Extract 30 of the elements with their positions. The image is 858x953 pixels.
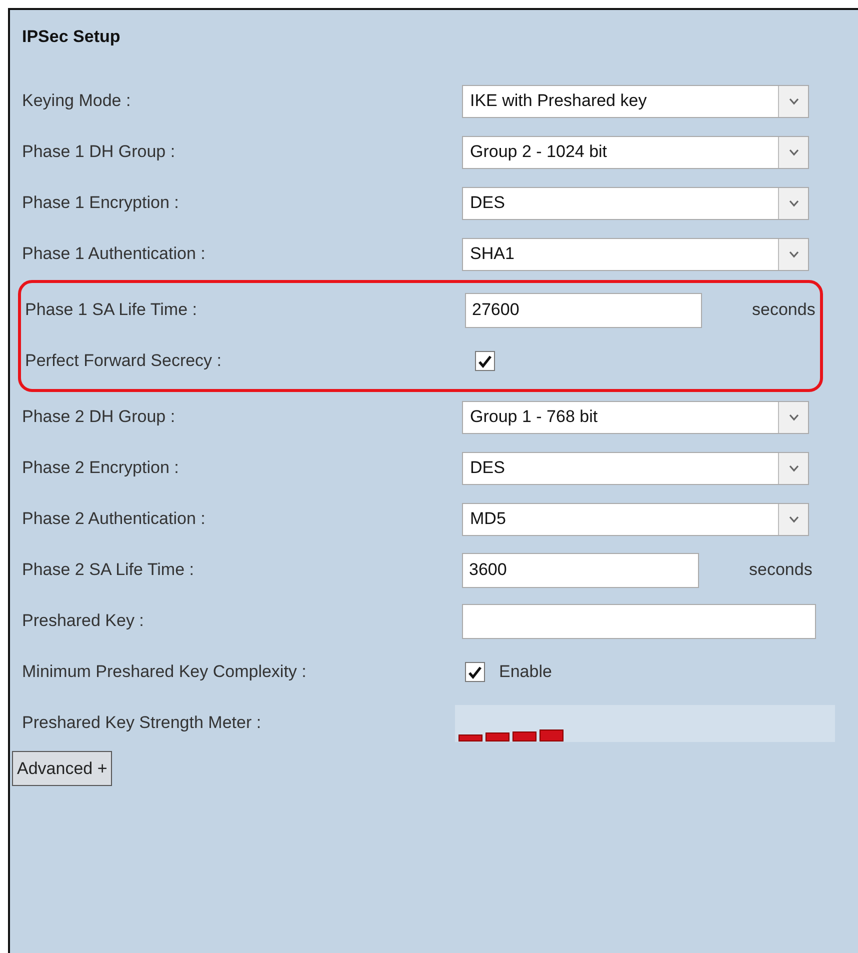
- dropdown[interactable]: MD5: [462, 502, 809, 536]
- field-label: Phase 1 SA Life Time :: [25, 299, 198, 322]
- text-field[interactable]: [462, 604, 816, 638]
- checkbox[interactable]: [475, 351, 495, 371]
- field-label: Preshared Key :: [22, 610, 145, 632]
- field-label: Phase 1 Authentication :: [22, 243, 206, 266]
- dropdown[interactable]: IKE with Preshared key: [462, 84, 809, 118]
- field-label: Perfect Forward Secrecy :: [25, 350, 223, 372]
- field-label: Preshared Key Strength Meter :: [22, 712, 262, 734]
- checkbox-label: Enable: [499, 661, 552, 684]
- field-label: Minimum Preshared Key Complexity :: [22, 661, 308, 684]
- dropdown[interactable]: Group 2 - 1024 bit: [462, 136, 809, 168]
- field-label: Phase 2 Encryption :: [22, 457, 180, 480]
- field-label: Phase 1 DH Group :: [22, 141, 176, 164]
- unit-label: seconds: [752, 299, 816, 322]
- dropdown[interactable]: SHA1: [462, 238, 809, 270]
- dropdown[interactable]: DES: [462, 186, 809, 220]
- text-field[interactable]: 3600: [462, 552, 699, 588]
- dropdown[interactable]: Group 1 - 768 bit: [462, 400, 809, 434]
- dropdown[interactable]: DES: [462, 452, 809, 484]
- checkbox[interactable]: [465, 662, 485, 682]
- field-label: Keying Mode :: [22, 90, 132, 112]
- field-label: Phase 2 Authentication :: [22, 508, 206, 530]
- field-label: Phase 1 Encryption :: [22, 192, 180, 214]
- panel-title: IPSec Setup: [22, 26, 120, 48]
- field-label: Phase 2 DH Group :: [22, 406, 176, 428]
- unit-label: seconds: [749, 559, 812, 582]
- text-field[interactable]: 27600: [465, 292, 702, 328]
- field-label: Phase 2 SA Life Time :: [22, 559, 195, 582]
- advanced-button[interactable]: Advanced +: [12, 750, 112, 786]
